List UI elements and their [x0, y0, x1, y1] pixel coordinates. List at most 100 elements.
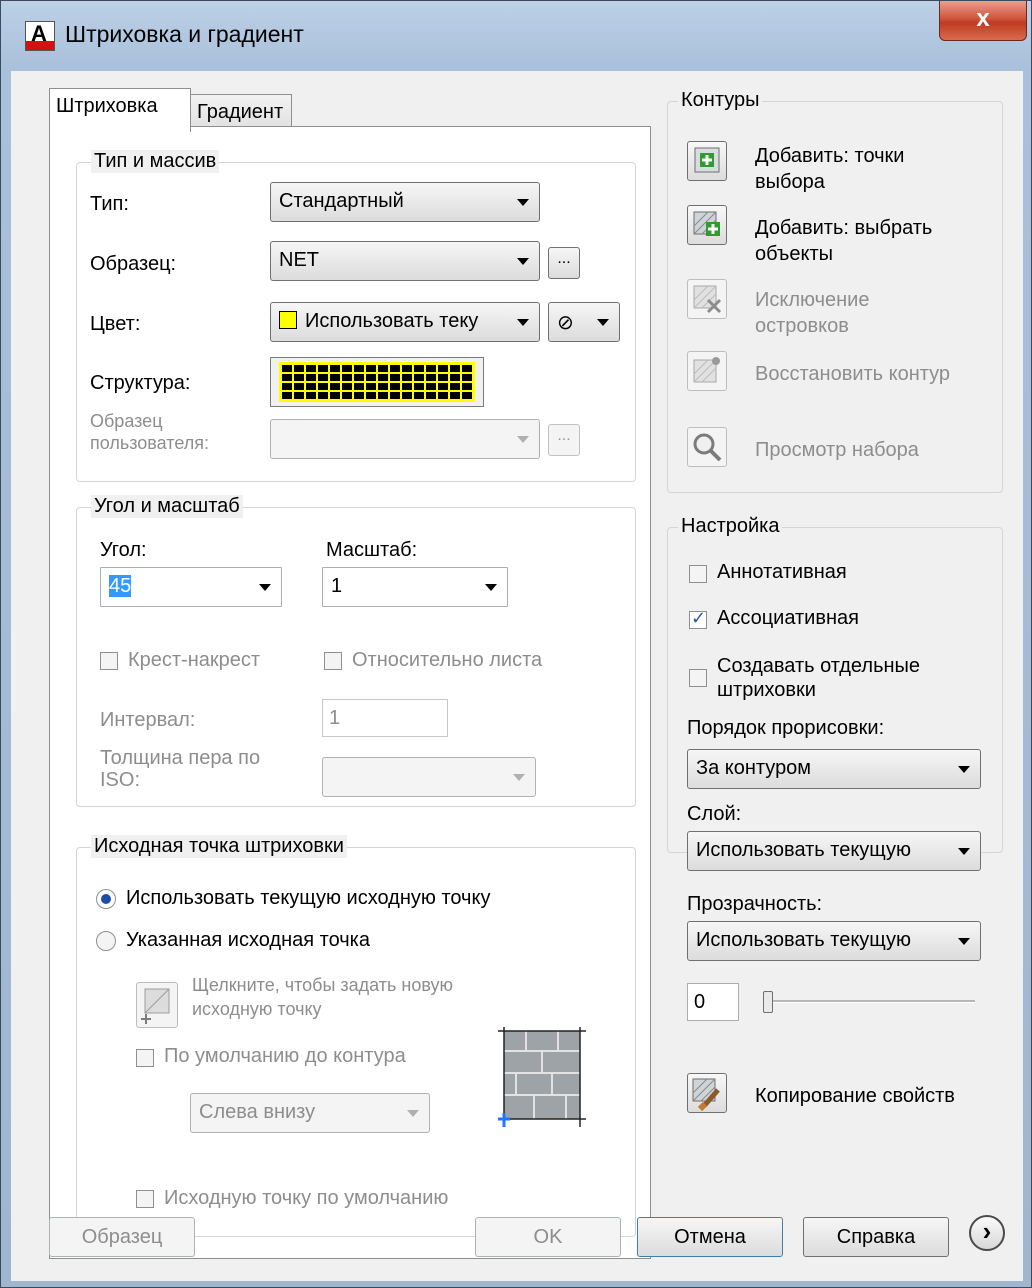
custom-pattern-browse-button[interactable]: ...: [548, 424, 580, 456]
angle-combobox[interactable]: 45: [100, 567, 282, 607]
view-selections-button[interactable]: [687, 427, 727, 467]
transparency-slider-track[interactable]: [763, 1000, 975, 1003]
draw-order-dropdown[interactable]: За контуром: [687, 749, 981, 789]
custom-pattern-dropdown[interactable]: [270, 419, 540, 459]
close-button[interactable]: x: [939, 1, 1027, 41]
scale-combobox[interactable]: 1: [322, 567, 508, 607]
type-dropdown[interactable]: Стандартный: [270, 182, 540, 222]
relative-paper-checkbox[interactable]: [324, 652, 342, 670]
draw-order-label: Порядок прорисовки:: [687, 717, 885, 739]
hatch-tab-panel: Тип и массив Тип: Стандартный Образец: N…: [49, 126, 651, 1259]
use-current-origin-label: Использовать текущую исходную точку: [126, 887, 491, 909]
background-color-dropdown[interactable]: ⊘: [548, 302, 620, 342]
window-title: Штриховка и градиент: [65, 21, 304, 47]
ok-button[interactable]: OK: [475, 1217, 621, 1257]
chevron-down-icon: [485, 584, 497, 591]
default-to-extents-checkbox[interactable]: [136, 1049, 154, 1067]
dialog-window: A Штриховка и градиент x Штриховка Гради…: [0, 0, 1032, 1288]
layer-dropdown[interactable]: Использовать текущую: [687, 831, 981, 871]
add-select-objects-button[interactable]: [687, 205, 727, 245]
click-set-origin-button[interactable]: [136, 982, 178, 1028]
add-pick-points-label-line2[interactable]: выбора: [755, 171, 825, 194]
checkmark-icon: ✓: [691, 608, 707, 628]
tab-hatch[interactable]: Штриховка: [49, 88, 191, 132]
recreate-boundary-label: Восстановить контур: [755, 363, 951, 385]
add-pick-points-label-line1[interactable]: Добавить: точки: [755, 145, 904, 168]
chevron-down-icon: [517, 199, 529, 206]
chevron-down-icon: [517, 258, 529, 265]
chevron-down-icon: [958, 938, 970, 945]
chevron-down-icon: [958, 766, 970, 773]
transparency-slider-thumb[interactable]: [763, 991, 773, 1013]
color-swatch: [279, 311, 297, 329]
iso-pen-label-line2: ISO:: [100, 769, 141, 791]
type-label: Тип:: [90, 193, 129, 215]
recreate-boundary-button[interactable]: [687, 351, 727, 391]
spacing-label: Интервал:: [100, 709, 196, 731]
chevron-down-icon: [597, 319, 609, 326]
use-current-origin-radio[interactable]: [96, 889, 116, 909]
add-select-objects-label-line2[interactable]: объекты: [755, 243, 833, 266]
specified-origin-radio[interactable]: [96, 931, 116, 951]
remove-islands-label-line1: Исключение: [755, 289, 870, 311]
iso-pen-label-line1: Толщина пера по: [100, 747, 261, 769]
add-pick-points-icon: [694, 147, 720, 173]
chevron-right-icon: ›: [982, 1216, 992, 1246]
iso-pen-dropdown[interactable]: [322, 757, 536, 797]
add-select-objects-icon: [693, 211, 720, 236]
cancel-button[interactable]: Отмена: [637, 1217, 783, 1257]
transparency-value-field[interactable]: 0: [687, 983, 739, 1021]
chevron-down-icon: [517, 319, 529, 326]
chevron-down-icon: [513, 774, 525, 781]
group-title: Тип и массив: [91, 150, 220, 173]
origin-preview: [496, 1027, 586, 1131]
group-title: Угол и масштаб: [91, 495, 243, 518]
layer-label: Слой:: [687, 803, 742, 825]
chevron-down-icon: [407, 1110, 419, 1117]
default-to-extents-label: По умолчанию до контура: [164, 1045, 406, 1067]
annotative-label: Аннотативная: [717, 561, 847, 583]
pattern-browse-button[interactable]: ...: [548, 247, 580, 279]
click-set-origin-text-line1: Щелкните, чтобы задать новую: [192, 975, 454, 995]
inherit-properties-label[interactable]: Копирование свойств: [755, 1085, 955, 1108]
associative-checkbox[interactable]: ✓: [689, 608, 707, 629]
preview-button[interactable]: Образец: [49, 1217, 195, 1257]
view-selections-label: Просмотр набора: [755, 439, 919, 461]
custom-pattern-label-line1: Образец: [90, 411, 163, 431]
inherit-properties-button[interactable]: [687, 1073, 727, 1113]
more-options-button[interactable]: ›: [969, 1215, 1005, 1251]
remove-islands-label-line2: островков: [755, 315, 849, 337]
help-button[interactable]: Справка: [803, 1217, 949, 1257]
pattern-label: Образец:: [90, 253, 177, 275]
chevron-down-icon: [517, 436, 529, 443]
transparency-dropdown[interactable]: Использовать текущую: [687, 921, 981, 961]
annotative-checkbox[interactable]: [689, 565, 707, 583]
group-title: Исходная точка штриховки: [91, 835, 347, 858]
color-label: Цвет:: [90, 313, 141, 335]
chevron-down-icon: [958, 848, 970, 855]
remove-islands-icon: [693, 285, 722, 314]
transparency-label: Прозрачность:: [687, 893, 823, 915]
separate-hatches-checkbox[interactable]: [689, 669, 707, 687]
add-pick-points-button[interactable]: [687, 141, 727, 181]
double-checkbox[interactable]: [100, 652, 118, 670]
pattern-dropdown[interactable]: NET: [270, 241, 540, 281]
structure-label: Структура:: [90, 372, 191, 394]
no-fill-icon: ⊘: [557, 312, 574, 334]
title-bar[interactable]: A Штриховка и градиент x: [1, 1, 1031, 71]
remove-islands-button[interactable]: [687, 279, 727, 319]
relative-paper-label: Относительно листа: [352, 649, 543, 671]
specified-origin-label: Указанная исходная точка: [126, 929, 370, 951]
add-select-objects-label-line1[interactable]: Добавить: выбрать: [755, 217, 932, 240]
separate-hatches-label-line2: штриховки: [717, 679, 816, 701]
color-dropdown[interactable]: Использовать теку: [270, 302, 540, 342]
paintbrush-icon: [692, 1078, 720, 1112]
store-default-origin-checkbox[interactable]: [136, 1190, 154, 1208]
separate-hatches-label-line1: Создавать отдельные: [717, 655, 921, 677]
origin-position-dropdown[interactable]: Слева внизу: [190, 1093, 430, 1133]
close-icon: x: [976, 5, 990, 32]
set-origin-icon: [141, 988, 170, 1024]
structure-preview[interactable]: [270, 357, 484, 407]
angle-label: Угол:: [100, 539, 147, 561]
spacing-field[interactable]: 1: [322, 699, 448, 737]
